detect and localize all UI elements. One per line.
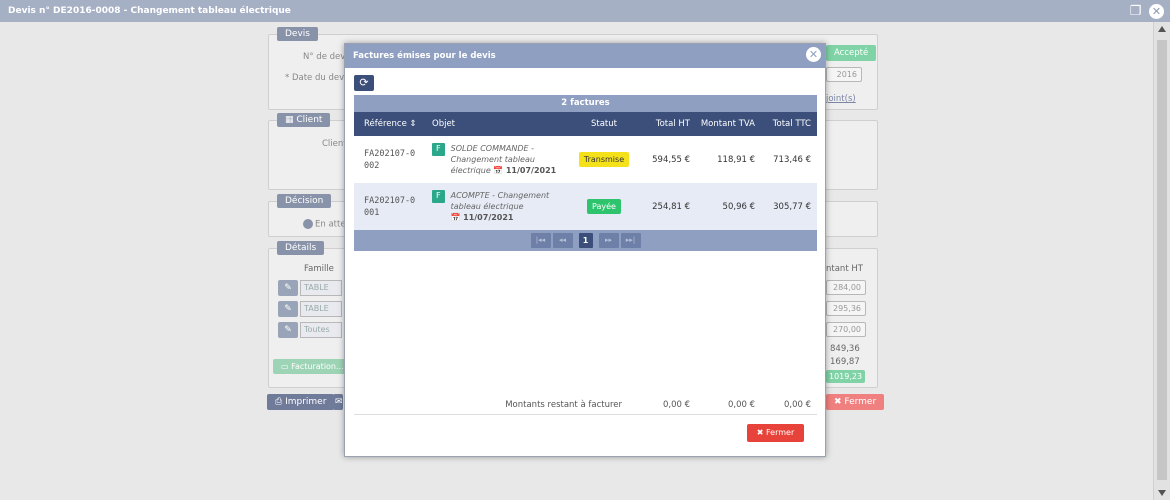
- factures-modal: Factures émises pour le devis ✕ ⟳ 2 fact…: [344, 43, 826, 457]
- status-badge: Payée: [587, 199, 621, 214]
- pagination: |◂◂ ◂◂ 1 ▸▸ ▸▸|: [354, 230, 817, 251]
- invoice-montant-tva: 50,96 €: [722, 201, 755, 212]
- edit-icon[interactable]: ✎: [278, 322, 298, 338]
- col-montant-tva: Montant TVA: [700, 119, 755, 129]
- invoice-type-badge: F: [432, 190, 445, 203]
- montant-input[interactable]: 295,36: [826, 301, 866, 316]
- devis-legend: Devis: [277, 27, 318, 41]
- remaining-ttc: 0,00 €: [783, 399, 811, 410]
- invoice-date: 11/07/2021: [463, 213, 514, 222]
- remaining-tva: 0,00 €: [727, 399, 755, 410]
- refresh-button[interactable]: ⟳: [354, 75, 374, 91]
- invoice-total-ht: 594,55 €: [652, 154, 690, 165]
- last-page-icon[interactable]: ▸▸|: [620, 233, 641, 248]
- invoice-reference: FA202107-0 002: [364, 148, 416, 171]
- remaining-ht: 0,00 €: [662, 399, 690, 410]
- remaining-totals: Montants restant à facturer 0,00 € 0,00 …: [354, 395, 817, 415]
- col-statut: Statut: [591, 119, 617, 129]
- sort-icon: ⇕: [409, 119, 417, 129]
- montant-input[interactable]: 270,00: [826, 322, 866, 337]
- edit-icon[interactable]: ✎: [278, 301, 298, 317]
- modal-close-icon[interactable]: ✕: [806, 47, 821, 62]
- invoices-table: 2 factures Référence ⇕ Objet Statut Tota…: [354, 95, 817, 251]
- col-total-ht: Total HT: [655, 119, 690, 129]
- first-page-icon[interactable]: |◂◂: [530, 233, 551, 248]
- fermer-button[interactable]: ✖ Fermer: [747, 424, 804, 442]
- total-ttc: 1019,23: [826, 370, 866, 383]
- vertical-scrollbar[interactable]: [1153, 22, 1170, 500]
- fermer-bg-button[interactable]: ✖ Fermer: [826, 394, 885, 410]
- col-total-ttc: Total TTC: [772, 119, 811, 129]
- calendar-icon: 📅: [450, 213, 461, 222]
- imprimer-button[interactable]: ⎙ Imprimer: [267, 394, 335, 410]
- details-legend: Détails: [277, 241, 325, 255]
- decision-option[interactable]: En atte: [303, 219, 346, 230]
- scroll-down-icon[interactable]: [1158, 490, 1166, 496]
- famille-select[interactable]: TABLE: [300, 301, 342, 317]
- invoice-objet-text: ACOMPTE - Changement tableau électrique: [450, 191, 550, 211]
- scroll-thumb[interactable]: [1157, 40, 1167, 480]
- table-header: Référence ⇕ Objet Statut Total HT Montan…: [354, 112, 817, 136]
- date-input[interactable]: 2016: [826, 67, 862, 82]
- close-x-icon: ✖: [756, 428, 764, 437]
- close-window-icon[interactable]: ✕: [1149, 4, 1164, 19]
- modal-header: Factures émises pour le devis ✕: [345, 44, 825, 68]
- calendar-icon: 📅: [493, 166, 504, 175]
- table-row[interactable]: FA202107-0 001 F ACOMPTE - Changement tab…: [354, 183, 817, 230]
- restore-icon[interactable]: ❐: [1128, 4, 1143, 19]
- col-objet: Objet: [432, 119, 456, 129]
- invoice-objet: F ACOMPTE - Changement tableau électriqu…: [426, 190, 574, 223]
- invoice-reference: FA202107-0 001: [364, 195, 416, 218]
- invoice-type-badge: F: [432, 143, 445, 156]
- famille-select[interactable]: Toutes: [300, 322, 342, 338]
- client-legend-label: Client: [296, 115, 323, 125]
- window-controls: ❐ ✕: [1128, 4, 1164, 19]
- famille-select[interactable]: TABLE: [300, 280, 342, 296]
- window-title: Devis n° DE2016-0008 - Changement tablea…: [0, 0, 1170, 22]
- total-tva: 169,87: [830, 357, 860, 367]
- invoice-objet: F SOLDE COMMANDE - Changement tableau él…: [426, 143, 574, 176]
- total-ht: 849,36: [830, 344, 860, 354]
- remaining-label: Montants restant à facturer: [505, 399, 622, 410]
- famille-header: Famille: [304, 264, 334, 274]
- invoice-count: 2 factures: [354, 95, 817, 112]
- invoice-montant-tva: 118,91 €: [717, 154, 755, 165]
- joint-link[interactable]: joint(s): [826, 94, 856, 104]
- montant-ht-header: ntant HT: [826, 264, 863, 274]
- invoice-total-ttc: 713,46 €: [773, 154, 811, 165]
- client-label: Client: [322, 139, 347, 149]
- client-legend: ▦ Client: [277, 113, 331, 127]
- invoice-total-ttc: 305,77 €: [773, 201, 811, 212]
- decision-legend: Décision: [277, 194, 332, 208]
- other-button[interactable]: ✉: [333, 394, 343, 410]
- refresh-icon: ⟳: [359, 76, 369, 89]
- edit-icon[interactable]: ✎: [278, 280, 298, 296]
- scroll-up-icon[interactable]: [1158, 26, 1166, 32]
- current-page[interactable]: 1: [578, 233, 593, 248]
- status-badge: Transmise: [578, 152, 630, 167]
- next-page-icon[interactable]: ▸▸: [598, 233, 619, 248]
- montant-input[interactable]: 284,00: [826, 280, 866, 295]
- invoice-date: 11/07/2021: [505, 166, 557, 175]
- table-row[interactable]: FA202107-0 002 F SOLDE COMMANDE - Changem…: [354, 136, 817, 183]
- radio-icon[interactable]: [303, 219, 313, 229]
- accepte-badge: Accepté: [826, 45, 877, 61]
- invoice-total-ht: 254,81 €: [652, 201, 690, 212]
- facturation-button[interactable]: ▭ Facturation...: [273, 359, 352, 374]
- col-reference[interactable]: Référence ⇕: [354, 119, 426, 129]
- date-devis-label: * Date du devis: [285, 73, 351, 83]
- modal-title: Factures émises pour le devis: [353, 51, 496, 61]
- prev-page-icon[interactable]: ◂◂: [552, 233, 573, 248]
